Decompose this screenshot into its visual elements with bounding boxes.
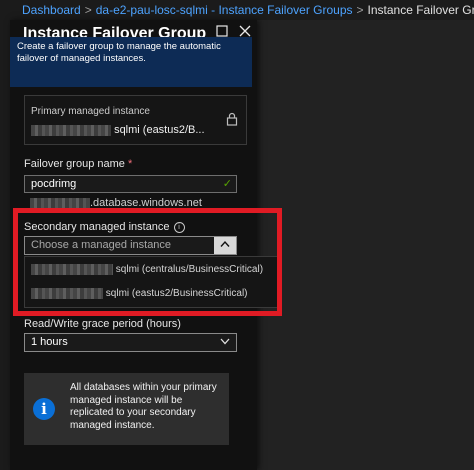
breadcrumb-separator: > (356, 3, 364, 17)
domain-suffix: .database.windows.net (30, 197, 202, 209)
info-icon[interactable]: i (173, 222, 185, 233)
info-icon: i (33, 398, 55, 420)
info-banner: Create a failover group to manage the au… (10, 37, 252, 87)
breadcrumb-separator: > (84, 3, 92, 17)
grace-period-value: 1 hours (31, 336, 68, 348)
required-mark: * (127, 158, 133, 170)
primary-instance-label: Primary managed instance (31, 106, 150, 117)
background-area (257, 20, 474, 470)
secondary-option-label: sqlmi (centralus/BusinessCritical) (115, 264, 264, 276)
chevron-up-icon[interactable] (214, 237, 236, 254)
breadcrumb: Dashboard > da-e2-pau-losc-sqlmi - Instanc… (0, 0, 474, 20)
secondary-option-eastus2[interactable]: sqlmi (eastus2/BusinessCritical) (31, 288, 248, 299)
secondary-instance-label-text: Secondary managed instance (24, 221, 170, 233)
failover-group-name-value: pocdrimg (31, 178, 77, 190)
chevron-down-icon (220, 336, 230, 349)
lock-icon (226, 112, 238, 126)
grace-period-label: Read/Write grace period (hours) (24, 318, 181, 330)
redacted-text (31, 288, 103, 299)
secondary-instance-dropdown[interactable]: Choose a managed instance (24, 236, 237, 255)
redacted-text (31, 124, 111, 136)
secondary-instance-placeholder: Choose a managed instance (31, 239, 172, 251)
breadcrumb-failover-groups-link[interactable]: da-e2-pau-losc-sqlmi - Instance Failover… (96, 3, 353, 17)
failover-group-name-input[interactable]: pocdrimg ✓ (24, 175, 237, 193)
secondary-instance-label: Secondary managed instance i (24, 221, 185, 233)
replication-notice-text: All databases within your primary manage… (70, 382, 217, 431)
redacted-text (30, 197, 90, 209)
domain-suffix-text: .database.windows.net (90, 197, 202, 209)
primary-instance-value: sqlmi (eastus2/B... (31, 124, 205, 136)
secondary-option-centralus[interactable]: sqlmi (centralus/BusinessCritical) (31, 264, 263, 275)
primary-instance-box: Primary managed instance sqlmi (eastus2/… (24, 95, 247, 145)
primary-instance-name: sqlmi (eastus2/B... (114, 124, 205, 136)
secondary-instance-options: sqlmi (centralus/BusinessCritical) sqlmi… (24, 256, 279, 308)
failover-group-name-label-text: Failover group name (24, 158, 125, 170)
redacted-text (31, 264, 113, 275)
breadcrumb-current: Instance Failover Group (367, 3, 474, 17)
failover-group-name-label: Failover group name * (24, 158, 132, 170)
replication-notice: i All databases within your primary mana… (24, 373, 229, 445)
grace-period-select[interactable]: 1 hours (24, 333, 237, 352)
check-icon: ✓ (222, 178, 232, 190)
secondary-option-label: sqlmi (eastus2/BusinessCritical) (105, 288, 248, 300)
breadcrumb-dashboard-link[interactable]: Dashboard (22, 3, 81, 17)
